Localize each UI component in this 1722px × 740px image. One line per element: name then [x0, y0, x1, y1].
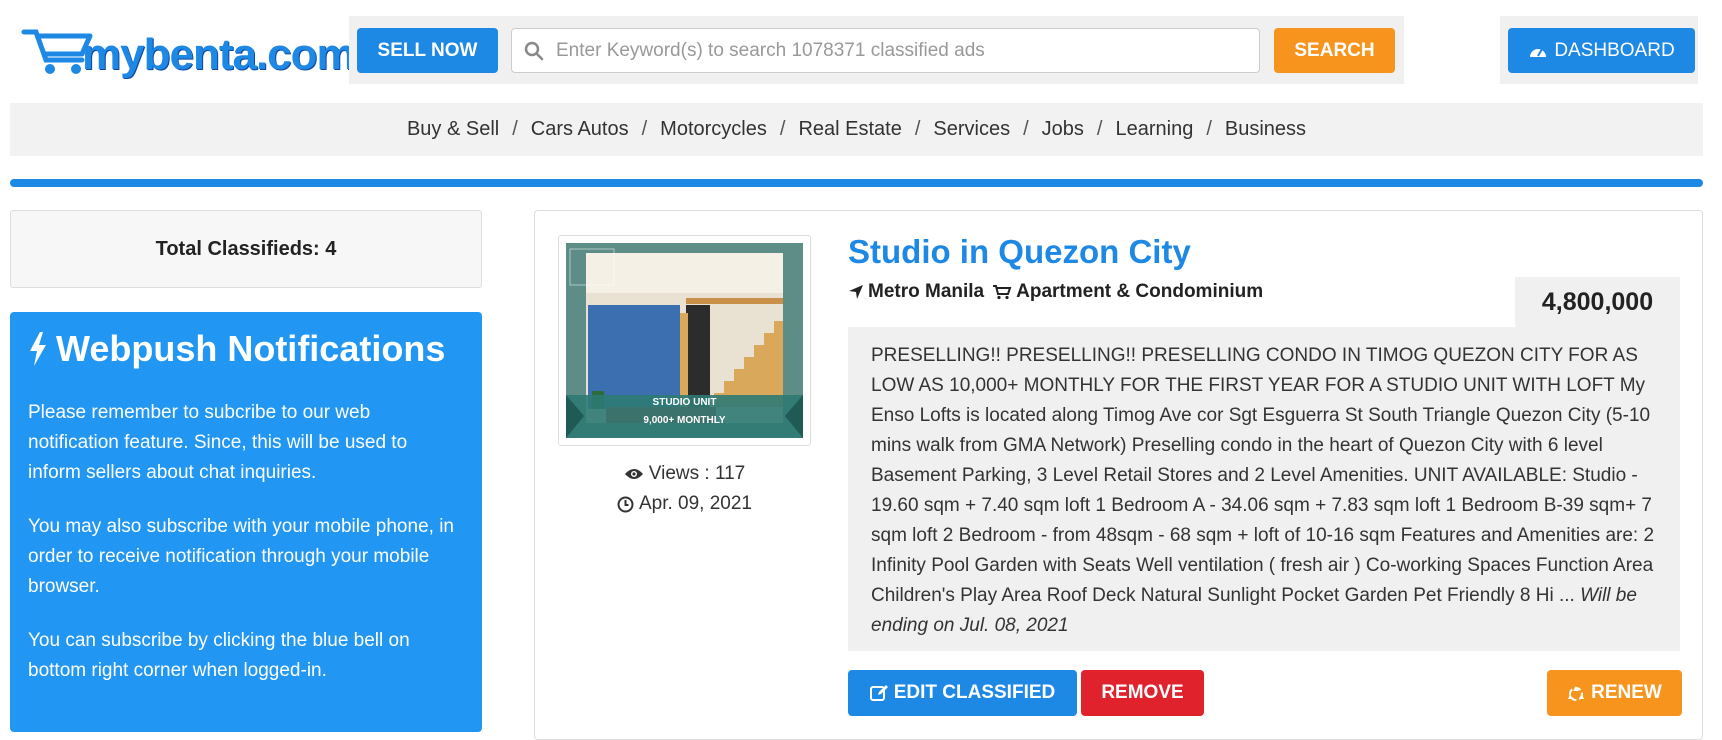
- views-count: Views : 117: [648, 463, 746, 484]
- description-text: PRESELLING!! PRESELLING!! PRESELLING CON…: [871, 345, 1655, 606]
- listing-description: PRESELLING!! PRESELLING!! PRESELLING CON…: [848, 327, 1680, 651]
- clock-icon: [617, 496, 634, 512]
- nav-separator: /: [914, 118, 921, 140]
- nav-separator: /: [512, 118, 518, 140]
- nav-item-motorcycles[interactable]: Motorcycles: [660, 118, 767, 141]
- listing-thumbnail[interactable]: STUDIO UNIT 9,000+ MONTHLY: [558, 235, 811, 446]
- listing-title[interactable]: Studio in Quezon City: [848, 233, 1191, 271]
- thumb-caption-line: 9,000+ MONTHLY: [643, 415, 726, 426]
- nav-item-business[interactable]: Business: [1225, 118, 1306, 141]
- webpush-paragraph: You may also subscribe with your mobile …: [28, 516, 454, 597]
- nav-item-services[interactable]: Services: [933, 118, 1010, 141]
- edit-classified-button[interactable]: EDIT CLASSIFIED: [848, 670, 1077, 716]
- nav-separator: /: [641, 118, 648, 140]
- bolt-icon: [30, 332, 46, 366]
- divider-bar: [10, 179, 1703, 187]
- recycle-icon: [1568, 686, 1585, 701]
- search-icon: [512, 41, 556, 61]
- nav-item-real-estate[interactable]: Real Estate: [798, 118, 901, 141]
- listing-meta: Views : 117 Apr. 09, 2021: [558, 459, 811, 519]
- search-button[interactable]: SEARCH: [1274, 28, 1395, 73]
- date-row: Apr. 09, 2021: [558, 489, 811, 519]
- dashboard-wrap: DASHBOARD: [1500, 16, 1698, 84]
- edit-icon: [869, 685, 888, 701]
- webpush-panel: Webpush Notifications Please remember to…: [10, 312, 482, 732]
- thumb-caption: STUDIO UNIT 9,000+ MONTHLY: [566, 397, 803, 427]
- webpush-paragraph: Please remember to subcribe to our web n…: [28, 402, 408, 483]
- remove-button[interactable]: REMOVE: [1081, 670, 1204, 716]
- listing-location-category: Metro Manila Apartment & Condominium: [848, 281, 1263, 303]
- search-field[interactable]: [511, 28, 1260, 73]
- edit-label: EDIT CLASSIFIED: [893, 682, 1056, 703]
- webpush-paragraph: You can subscribe by clicking the blue b…: [28, 630, 410, 681]
- views-row: Views : 117: [558, 459, 811, 489]
- listing-category[interactable]: Apartment & Condominium: [1016, 281, 1263, 303]
- search-bar: SELL NOW SEARCH: [349, 16, 1404, 84]
- logo-text: mybenta.com: [82, 30, 356, 79]
- cart-icon: [993, 285, 1012, 300]
- thumb-caption-line: STUDIO UNIT: [652, 397, 717, 408]
- dashboard-button[interactable]: DASHBOARD: [1508, 28, 1695, 73]
- thumbnail-image: STUDIO UNIT 9,000+ MONTHLY: [566, 243, 803, 438]
- search-input[interactable]: [556, 39, 1246, 62]
- renew-button[interactable]: RENEW: [1547, 670, 1682, 716]
- webpush-title: Webpush Notifications: [56, 328, 446, 369]
- webpush-heading: Webpush Notifications: [28, 328, 464, 370]
- listing-card: STUDIO UNIT 9,000+ MONTHLY Views : 117 A…: [534, 210, 1703, 740]
- eye-icon: [624, 469, 643, 479]
- nav-item-buy-sell[interactable]: Buy & Sell: [407, 118, 499, 141]
- dashboard-icon: [1530, 48, 1547, 57]
- nav-item-cars-autos[interactable]: Cars Autos: [531, 118, 629, 141]
- location-arrow-icon: [849, 285, 863, 299]
- nav-separator: /: [1206, 118, 1212, 140]
- nav-separator: /: [1023, 118, 1029, 140]
- nav-separator: /: [779, 118, 786, 140]
- listing-price: 4,800,000: [1515, 277, 1680, 327]
- total-classifieds: Total Classifieds: 4: [10, 210, 482, 288]
- listing-location[interactable]: Metro Manila: [868, 281, 984, 303]
- nav-item-learning[interactable]: Learning: [1115, 118, 1193, 141]
- renew-label: RENEW: [1591, 682, 1662, 703]
- nav-separator: /: [1096, 118, 1103, 140]
- nav-item-jobs[interactable]: Jobs: [1042, 118, 1084, 141]
- sell-now-button[interactable]: SELL NOW: [357, 28, 498, 73]
- category-nav: Buy & Sell / Cars Autos / Motorcycles / Rea…: [10, 103, 1703, 156]
- dashboard-label: DASHBOARD: [1554, 39, 1675, 61]
- posted-date: Apr. 09, 2021: [638, 493, 753, 514]
- site-logo[interactable]: mybenta.com: [20, 22, 356, 79]
